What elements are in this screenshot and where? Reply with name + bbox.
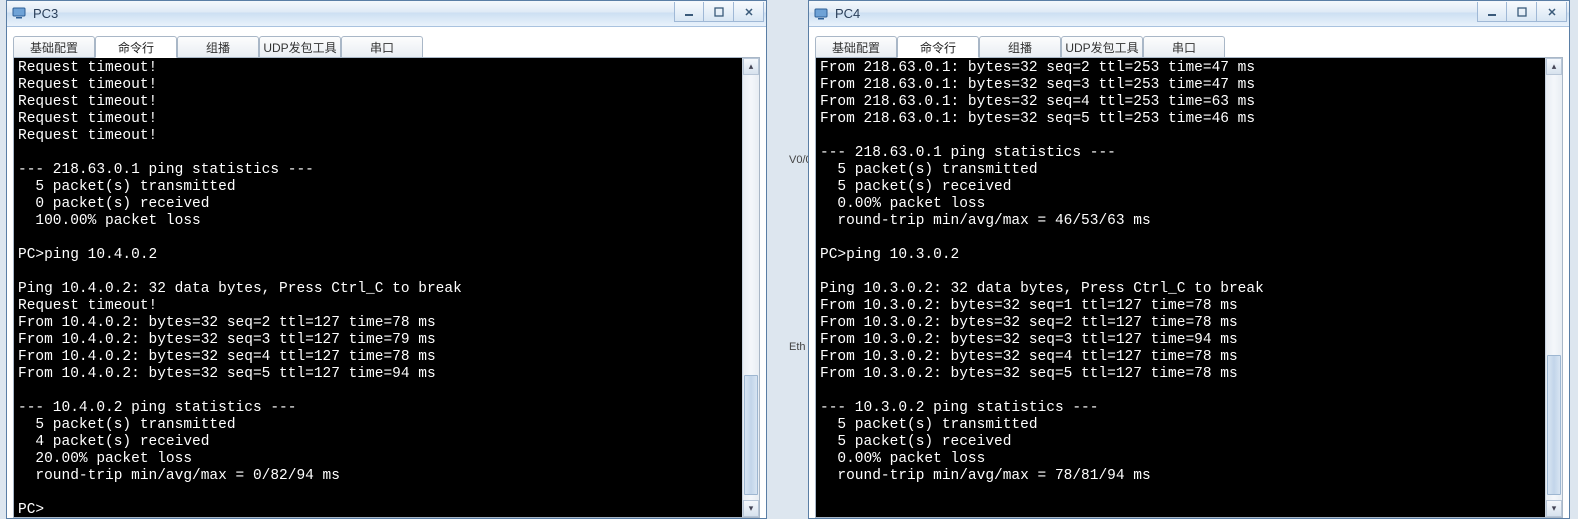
scroll-down-button[interactable]: ▾ (1546, 500, 1562, 517)
window-pc3: PC3 基础配置 命令行 组播 UDP发包工具 串口 Request timeo… (6, 0, 767, 519)
tab-serial[interactable]: 串口 (341, 36, 423, 58)
client-area: 基础配置 命令行 组播 UDP发包工具 串口 From 218.63.0.1: … (809, 27, 1569, 518)
maximize-button[interactable] (704, 2, 734, 22)
app-icon (813, 6, 829, 22)
titlebar[interactable]: PC4 (809, 1, 1569, 27)
scrollbar[interactable]: ▴ ▾ (1545, 58, 1562, 517)
scroll-track[interactable] (1546, 75, 1562, 500)
scroll-up-button[interactable]: ▴ (743, 58, 759, 75)
scroll-track[interactable] (743, 75, 759, 500)
maximize-button[interactable] (1507, 2, 1537, 22)
window-title: PC3 (33, 6, 58, 21)
window-controls (1477, 2, 1567, 22)
minimize-button[interactable] (674, 2, 704, 22)
close-button[interactable] (734, 2, 764, 22)
scroll-thumb[interactable] (744, 375, 758, 495)
tab-cmdline[interactable]: 命令行 (95, 36, 177, 58)
tab-serial[interactable]: 串口 (1143, 36, 1225, 58)
terminal-wrap: From 218.63.0.1: bytes=32 seq=2 ttl=253 … (815, 57, 1563, 518)
window-pc4: PC4 基础配置 命令行 组播 UDP发包工具 串口 From 218.63.0… (808, 0, 1570, 519)
scrollbar[interactable]: ▴ ▾ (742, 58, 759, 517)
terminal[interactable]: From 218.63.0.1: bytes=32 seq=2 ttl=253 … (816, 58, 1545, 517)
tab-cmdline[interactable]: 命令行 (897, 36, 979, 58)
titlebar[interactable]: PC3 (7, 1, 766, 27)
tab-basic-config[interactable]: 基础配置 (815, 36, 897, 58)
terminal-wrap: Request timeout! Request timeout! Reques… (13, 57, 760, 518)
terminal[interactable]: Request timeout! Request timeout! Reques… (14, 58, 742, 517)
bg-intf-label: Eth (789, 341, 806, 353)
minimize-button[interactable] (1477, 2, 1507, 22)
tab-basic-config[interactable]: 基础配置 (13, 36, 95, 58)
close-button[interactable] (1537, 2, 1567, 22)
window-title: PC4 (835, 6, 860, 21)
app-icon (11, 5, 27, 21)
tab-multicast[interactable]: 组播 (979, 36, 1061, 58)
scroll-up-button[interactable]: ▴ (1546, 58, 1562, 75)
client-area: 基础配置 命令行 组播 UDP发包工具 串口 Request timeout! … (7, 27, 766, 518)
tabstrip: 基础配置 命令行 组播 UDP发包工具 串口 (13, 33, 760, 57)
scroll-thumb[interactable] (1547, 355, 1561, 495)
tab-udp-sender[interactable]: UDP发包工具 (259, 36, 341, 58)
window-controls (674, 2, 764, 22)
tab-udp-sender[interactable]: UDP发包工具 (1061, 36, 1143, 58)
tabstrip: 基础配置 命令行 组播 UDP发包工具 串口 (815, 33, 1563, 57)
scroll-down-button[interactable]: ▾ (743, 500, 759, 517)
tab-multicast[interactable]: 组播 (177, 36, 259, 58)
